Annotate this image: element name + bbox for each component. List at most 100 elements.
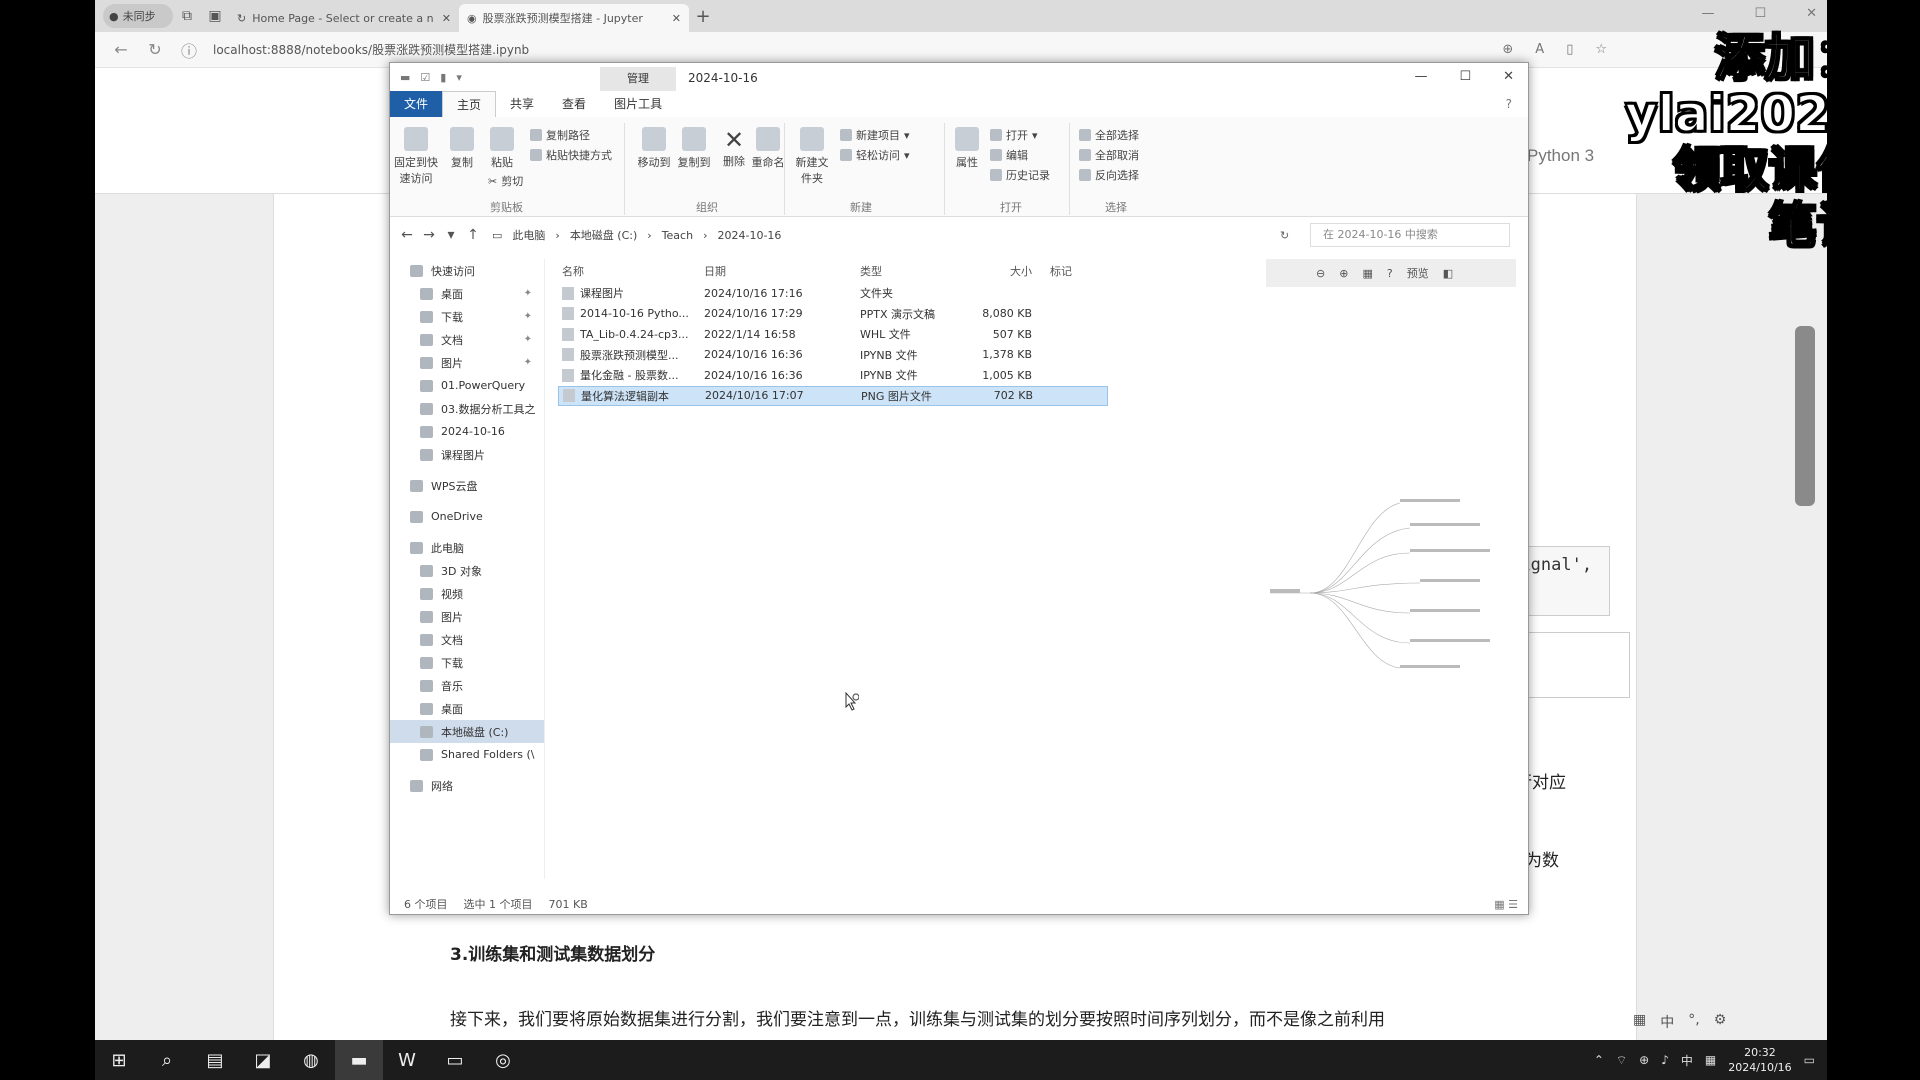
nav-item[interactable]: 下载 ✦ [390, 305, 544, 328]
globe-icon[interactable]: ⊕ [1639, 1053, 1649, 1067]
tab-actions-icon[interactable]: ▣ [201, 4, 229, 28]
refresh-icon[interactable]: ↻ [145, 40, 165, 59]
nav-item[interactable]: 课程图片 [390, 443, 544, 466]
tab-view[interactable]: 查看 [548, 91, 600, 117]
crumb-this-pc[interactable]: 此电脑 [512, 227, 545, 243]
copy-path-button[interactable]: 复制路径 [530, 127, 590, 143]
nav-item[interactable]: 音乐 [390, 674, 544, 697]
crumb-teach[interactable]: Teach [662, 229, 693, 242]
start-icon[interactable]: ⊞ [95, 1040, 143, 1080]
clock[interactable]: 20:32 2024/10/16 [1728, 1045, 1791, 1075]
nav-item[interactable]: 快速访问 [390, 259, 544, 282]
tab-picture-tools[interactable]: 图片工具 [600, 91, 676, 117]
edge-icon[interactable]: ◎ [479, 1040, 527, 1080]
file-row[interactable]: 股票涨跌预测模型... 2024/10/16 16:36 IPYNB 文件 1,378… [558, 345, 1108, 366]
open-button[interactable]: 打开 ▾ [990, 127, 1038, 143]
rename-button[interactable]: 重命名 [746, 127, 790, 170]
column-type[interactable]: 类型 [860, 263, 970, 279]
context-tab-manage[interactable]: 管理 [600, 67, 676, 91]
history-button[interactable]: 历史记录 [990, 167, 1050, 183]
cut-button[interactable]: ✂ 剪切 [488, 173, 523, 189]
zoom-icon[interactable]: ⊕ [1502, 42, 1513, 57]
scrollbar-thumb[interactable] [1795, 326, 1815, 506]
column-name[interactable]: 名称 [558, 263, 704, 279]
task-view-icon[interactable]: ▤ [191, 1040, 239, 1080]
nav-item[interactable]: 3D 对象 [390, 559, 544, 582]
toggle-icon[interactable]: ◧ [1443, 267, 1453, 280]
chevron-down-icon[interactable]: ▾ [456, 71, 462, 84]
tab-home[interactable]: 主页 [442, 91, 497, 117]
help-icon[interactable]: ? [1506, 97, 1512, 111]
nav-item[interactable]: OneDrive [390, 505, 544, 528]
move-to-button[interactable]: 移动到 [632, 127, 676, 170]
file-row[interactable]: 课程图片 2024/10/16 17:16 文件夹 [558, 283, 1108, 304]
copy-button[interactable]: 复制 [440, 127, 484, 170]
volume-icon[interactable]: ♪ [1661, 1053, 1669, 1067]
grid-icon[interactable]: ▦ [1705, 1053, 1716, 1067]
explorer-icon[interactable]: ▬ [335, 1040, 383, 1080]
nav-item[interactable]: 03.数据分析工具之 [390, 397, 544, 420]
column-size[interactable]: 大小 [970, 263, 1032, 279]
new-folder-icon[interactable]: ▮ [440, 71, 446, 84]
fit-icon[interactable]: ▦ [1362, 267, 1372, 280]
zoom-in-icon[interactable]: ⊕ [1339, 267, 1348, 280]
pin-button[interactable]: 固定到快速访问 [394, 127, 438, 186]
pin-icon[interactable]: ✦ [524, 288, 532, 299]
close-icon[interactable]: ✕ [1503, 69, 1514, 84]
nav-item[interactable]: 本地磁盘 (C:) [390, 720, 544, 743]
paste-shortcut-button[interactable]: 粘贴快捷方式 [530, 147, 612, 163]
url-field[interactable]: localhost:8888/notebooks/股票涨跌预测模型搭建.ipyn… [213, 41, 529, 58]
nav-item[interactable]: 网络 [390, 774, 544, 797]
browser-icon[interactable]: ◍ [287, 1040, 335, 1080]
column-tags[interactable]: 标记 [1032, 263, 1102, 279]
screen-icon[interactable]: ▭ [431, 1040, 479, 1080]
new-tab-button[interactable]: + [689, 6, 717, 27]
favorite-icon[interactable]: ☆ [1595, 42, 1607, 57]
up-icon[interactable]: ↑ [462, 227, 484, 243]
tab-home[interactable]: ↻ Home Page - Select or create a n ✕ [229, 4, 459, 32]
edit-button[interactable]: 编辑 [990, 147, 1028, 163]
minimize-icon[interactable]: — [1701, 6, 1714, 21]
paste-button[interactable]: 粘贴 [480, 127, 524, 170]
new-item-button[interactable]: 新建项目 ▾ [840, 127, 910, 143]
reader-icon[interactable]: ▯ [1566, 42, 1573, 57]
punctuation-icon[interactable]: °, [1688, 1012, 1699, 1032]
back-icon[interactable]: ← [396, 227, 418, 243]
close-icon[interactable]: ✕ [442, 12, 451, 25]
ime-indicator[interactable]: 中 [1681, 1052, 1693, 1069]
column-date[interactable]: 日期 [704, 263, 860, 279]
pin-icon[interactable]: ✦ [524, 357, 532, 368]
properties-button[interactable]: 属性 [950, 127, 984, 170]
nav-item[interactable]: 文档 ✦ [390, 328, 544, 351]
search-icon[interactable]: ⌕ [143, 1040, 191, 1080]
properties-icon[interactable]: ☑ [420, 71, 430, 84]
help-icon[interactable]: ? [1387, 267, 1393, 280]
file-row[interactable]: TA_Lib-0.4.24-cp3... 2022/1/14 16:58 WHL 文… [558, 324, 1108, 345]
network-icon[interactable]: ⌔ [1616, 1053, 1627, 1068]
nav-item[interactable]: Shared Folders (\ [390, 743, 544, 766]
forward-icon[interactable]: → [418, 227, 440, 243]
back-icon[interactable]: ← [111, 40, 131, 59]
crumb-drive[interactable]: 本地磁盘 (C:) [570, 227, 637, 243]
search-input[interactable]: 在 2024-10-16 中搜索 [1310, 223, 1510, 247]
maximize-icon[interactable]: ☐ [1459, 69, 1471, 84]
kernel-name[interactable]: Python 3 [1527, 146, 1594, 166]
workspaces-icon[interactable]: ⧉ [173, 4, 201, 28]
close-icon[interactable]: ✕ [672, 12, 681, 25]
easy-access-button[interactable]: 轻松访问 ▾ [840, 147, 910, 163]
view-toggle-icon[interactable]: ▦ ☰ [1494, 898, 1518, 911]
app-icon[interactable]: ◪ [239, 1040, 287, 1080]
nav-item[interactable]: 此电脑 [390, 536, 544, 559]
read-aloud-icon[interactable]: A [1535, 42, 1544, 57]
ime-icon[interactable]: ▦ [1633, 1012, 1646, 1032]
chevron-down-icon[interactable]: ▾ [440, 227, 462, 243]
nav-item[interactable]: 2024-10-16 [390, 420, 544, 443]
file-row[interactable]: 量化算法逻辑副本 2024/10/16 17:07 PNG 图片文件 702 KB [558, 385, 1108, 406]
tab-file[interactable]: 文件 [390, 91, 443, 117]
nav-item[interactable]: 图片 ✦ [390, 351, 544, 374]
notification-icon[interactable]: ▭ [1804, 1053, 1815, 1067]
nav-item[interactable]: 下载 [390, 651, 544, 674]
file-row[interactable]: 2014-10-16 Pytho... 2024/10/16 17:29 PPTX … [558, 304, 1108, 325]
nav-item[interactable]: 桌面 [390, 697, 544, 720]
nav-item[interactable]: 视频 [390, 582, 544, 605]
